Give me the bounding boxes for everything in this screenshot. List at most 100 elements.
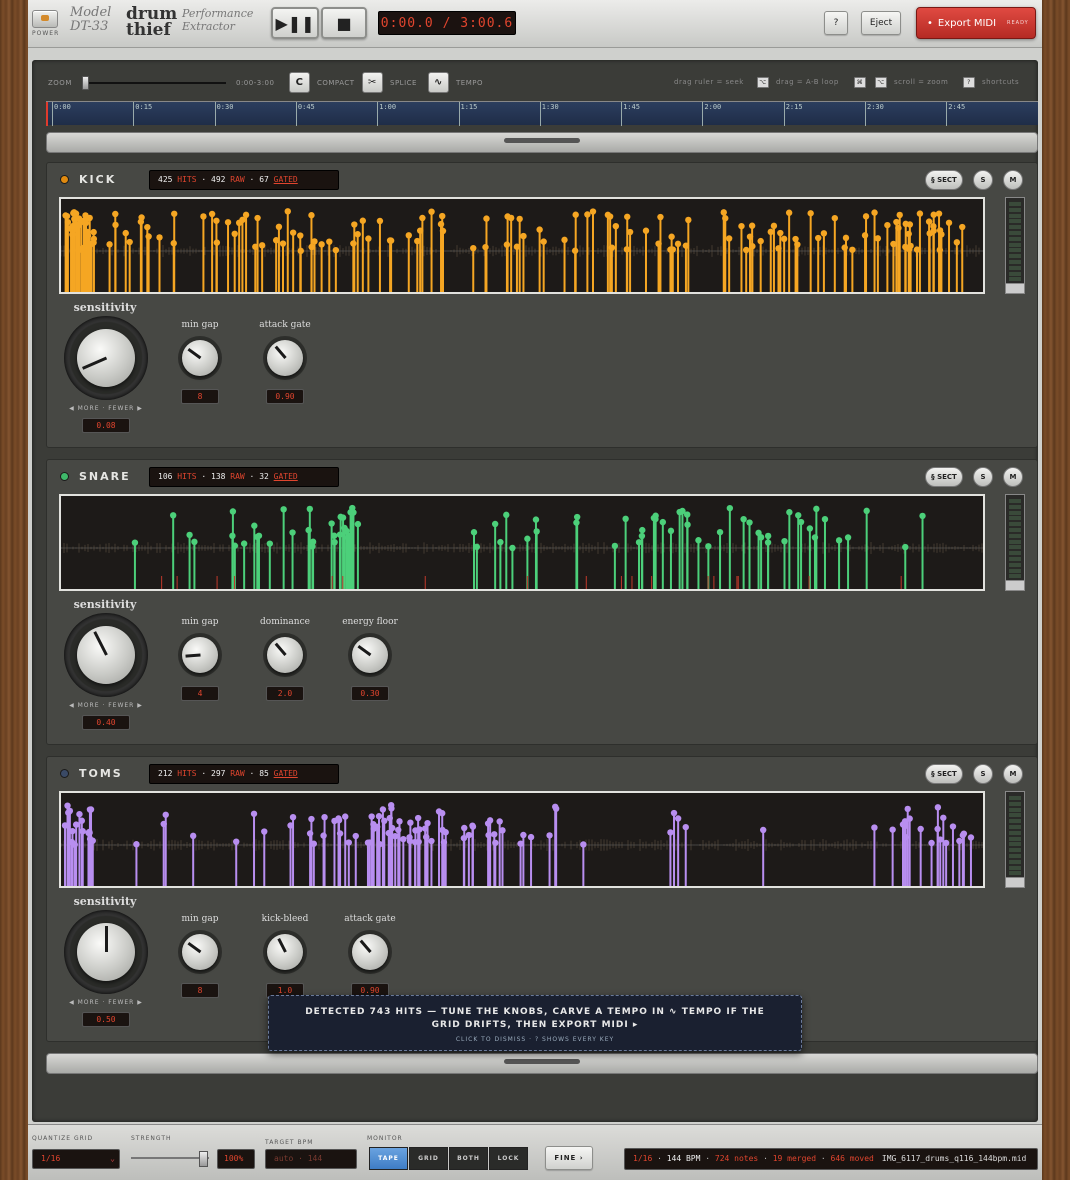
solo-button[interactable]: S (973, 467, 993, 487)
ruler-tick-label: 0:30 (216, 103, 234, 111)
ruler-tick (214, 102, 216, 126)
play-pause-button[interactable]: ▶❚❚ (271, 7, 319, 39)
section-button[interactable]: § SECT (925, 764, 963, 784)
bottom-scrollbar[interactable] (46, 1053, 1038, 1074)
sensitivity-knob[interactable] (64, 316, 148, 400)
tempo-button[interactable]: ∿ (428, 72, 449, 93)
status-notes: 724 notes (714, 1154, 759, 1163)
knob-min-gap[interactable] (178, 930, 222, 974)
brand-subtitle: Performance Extractor (182, 7, 254, 33)
sensitivity-knob[interactable] (64, 613, 148, 697)
compact-button[interactable]: C (289, 72, 310, 93)
brand-model: Model DT-33 (70, 5, 112, 34)
track-stats: 106 HITS · 138 RAW · 32 GATED (149, 467, 339, 487)
track-waveform[interactable] (59, 791, 985, 888)
shortcuts-link[interactable]: shortcuts (982, 78, 1019, 86)
target-bpm-input[interactable]: auto · 144 (265, 1149, 357, 1169)
knob-min-gap[interactable] (178, 633, 222, 677)
sensitivity-label: sensitivity (73, 598, 137, 611)
ruler-tick-label: 0:15 (135, 103, 153, 111)
knob-attack-gate[interactable] (348, 930, 392, 974)
shortcuts-key: ? (963, 77, 975, 88)
knob-kick-bleed[interactable] (263, 930, 307, 974)
track-waveform[interactable] (59, 494, 985, 591)
strength-slider-track[interactable] (131, 1157, 209, 1159)
fine-button[interactable]: FINE › (545, 1146, 593, 1170)
knob-label: energy floor (342, 617, 398, 627)
timeline-scrollbar[interactable] (46, 132, 1038, 153)
app-frame: POWER Model DT-33 drum thief Performance… (28, 0, 1042, 1180)
quantize-select[interactable]: 1/16 ⌄ (32, 1149, 120, 1169)
wood-side-right (1042, 0, 1070, 1180)
mute-button[interactable]: M (1003, 170, 1023, 190)
power-button[interactable] (32, 10, 58, 28)
knob-label: min gap (181, 320, 219, 330)
track-name: TOMS (79, 767, 123, 780)
strength-slider-thumb[interactable] (199, 1151, 208, 1167)
export-midi-label: Export MIDI (937, 17, 997, 29)
eject-button[interactable]: Eject (861, 11, 901, 35)
timeline-ruler[interactable]: 0:00 0:15 0:30 0:45 1:00 1:15 1:30 1:45 2:00 2:15… (46, 101, 1038, 126)
status-readout: 1/16 · 144 BPM · 724 notes · 19 merged ·… (624, 1148, 1038, 1170)
scrollbar-grip[interactable] (504, 138, 580, 143)
ruler-tick-label: 1:00 (379, 103, 397, 111)
brand-name: drum thief (126, 4, 178, 40)
knob-attack-gate[interactable] (263, 336, 307, 380)
mute-button[interactable]: M (1003, 467, 1023, 487)
stop-icon: ■ (336, 13, 352, 33)
status-merged: 19 merged (772, 1154, 817, 1163)
ruler-tick (539, 102, 541, 126)
main-panel: ZOOM 0:00-3:00 C COMPACT ✂ SPLICE ∿ TEMP… (32, 60, 1038, 1122)
power-label: POWER (32, 30, 60, 37)
section-button[interactable]: § SECT (925, 170, 963, 190)
solo-button[interactable]: S (973, 764, 993, 784)
sensitivity-knob[interactable] (64, 910, 148, 994)
track-led (60, 769, 69, 778)
monitor-option-both[interactable]: BOTH (449, 1147, 488, 1170)
monitor-label: MONITOR (367, 1135, 403, 1142)
monitor-option-grid[interactable]: GRID (409, 1147, 448, 1170)
zoom-slider-thumb[interactable] (82, 76, 89, 90)
bottom-scrollbar-grip[interactable] (504, 1059, 580, 1064)
track-name: KICK (79, 173, 117, 186)
track-led (60, 175, 69, 184)
chevron-down-icon: ⌄ (110, 1154, 115, 1163)
bottom-bar: QUANTIZE GRID 1/16 ⌄ STRENGTH 100% TARGE… (28, 1124, 1042, 1180)
splice-button[interactable]: ✂ (362, 72, 383, 93)
scissors-icon: ✂ (368, 77, 377, 88)
knob-value: 8 (181, 389, 219, 404)
status-bpm: 144 BPM (666, 1154, 701, 1163)
monitor-option-tape[interactable]: TAPE (369, 1147, 408, 1170)
solo-button[interactable]: S (973, 170, 993, 190)
knob-value: 0.30 (351, 686, 389, 701)
knob-value: 0.90 (266, 389, 304, 404)
knob-dominance[interactable] (263, 633, 307, 677)
knob-energy-floor[interactable] (348, 633, 392, 677)
playhead-marker (46, 102, 48, 126)
top-bar: POWER Model DT-33 drum thief Performance… (28, 0, 1042, 48)
notification-toast[interactable]: DETECTED 743 HITS — TUNE THE KNOBS, CARV… (268, 995, 802, 1051)
timeline-controls: ZOOM 0:00-3:00 C COMPACT ✂ SPLICE ∿ TEMP… (46, 72, 1038, 94)
section-button[interactable]: § SECT (925, 467, 963, 487)
help-button[interactable]: ? (824, 11, 848, 35)
zoom-slider-track[interactable] (82, 82, 226, 84)
knob-needle (104, 926, 108, 952)
track-snare: SNARE 106 HITS · 138 RAW · 32 GATED § SEC… (46, 459, 1038, 745)
more-fewer-hint: ◀ MORE · FEWER ▶ (69, 999, 143, 1006)
track-led (60, 472, 69, 481)
track-kick: KICK 425 HITS · 492 RAW · 67 GATED § SECT… (46, 162, 1038, 448)
track-stats: 212 HITS · 297 RAW · 85 GATED (149, 764, 339, 784)
track-waveform[interactable] (59, 197, 985, 294)
knob-min-gap[interactable] (178, 336, 222, 380)
ruler-tick-label: 2:45 (948, 103, 966, 111)
mute-button[interactable]: M (1003, 764, 1023, 784)
strength-label: STRENGTH (131, 1135, 172, 1142)
stop-button[interactable]: ■ (321, 7, 367, 39)
knob-label: attack gate (259, 320, 311, 330)
ruler-tick (295, 102, 297, 126)
level-meter (1005, 494, 1025, 591)
export-midi-button[interactable]: • Export MIDI READY (916, 7, 1036, 39)
monitor-option-lock[interactable]: LOCK (489, 1147, 528, 1170)
hint-loop-key: ⌥ (757, 77, 769, 88)
more-fewer-hint: ◀ MORE · FEWER ▶ (69, 405, 143, 412)
